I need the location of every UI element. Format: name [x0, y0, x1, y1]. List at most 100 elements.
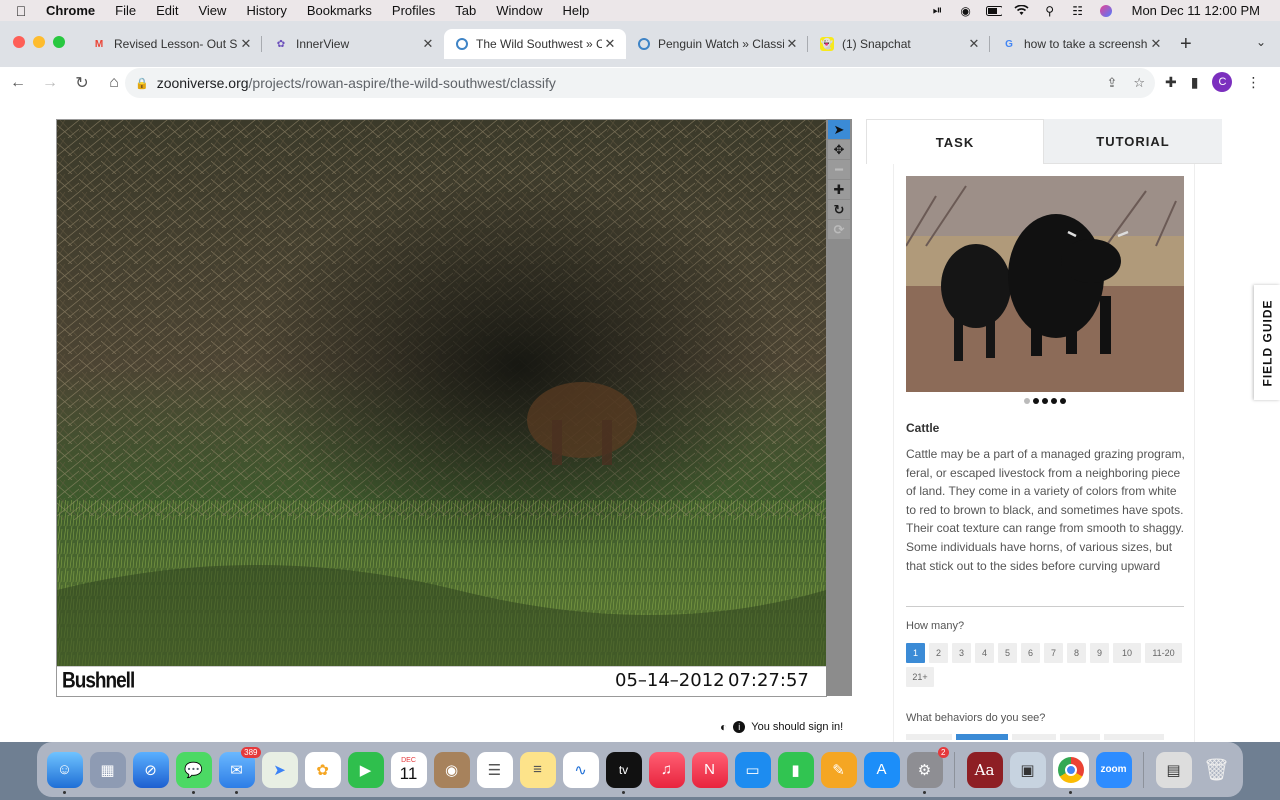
carousel-dot[interactable] [1042, 398, 1048, 404]
tab-wild-southwest[interactable]: The Wild Southwest » C ✕ [444, 29, 626, 59]
tab-task[interactable]: TASK [866, 119, 1044, 164]
close-tab-icon[interactable]: ✕ [966, 36, 982, 52]
tab-google-search[interactable]: G how to take a screenshi ✕ [990, 29, 1172, 59]
close-tab-icon[interactable]: ✕ [238, 36, 254, 52]
menu-clock[interactable]: Mon Dec 11 12:00 PM [1132, 3, 1260, 18]
new-tab-icon[interactable]: + [1180, 33, 1192, 56]
trash-icon[interactable]: 🗑 [1199, 752, 1235, 788]
apple-menu-icon[interactable]:  [0, 3, 42, 19]
menu-bookmarks[interactable]: Bookmarks [297, 3, 382, 18]
address-bar[interactable]: 🔒 zooniverse.org/projects/rowan-aspire/t… [125, 68, 1155, 98]
menu-window[interactable]: Window [486, 3, 552, 18]
pages-icon[interactable]: ✎ [820, 751, 857, 788]
app-store-icon[interactable]: A [863, 751, 900, 788]
menu-history[interactable]: History [236, 3, 296, 18]
control-center-icon[interactable]: ☷ [1070, 4, 1086, 18]
count-choice-2[interactable]: 2 [929, 643, 948, 663]
carousel-dot[interactable] [1024, 398, 1030, 404]
metadata-info-icon[interactable]: i [733, 721, 746, 733]
count-choice-21-plus[interactable]: 21+ [906, 667, 934, 687]
menu-tab[interactable]: Tab [445, 3, 486, 18]
launchpad-icon[interactable]: ▦ [89, 751, 126, 788]
tab-gmail[interactable]: M Revised Lesson- Out Sic ✕ [80, 29, 262, 59]
apple-tv-icon[interactable]: tv [605, 751, 642, 794]
notes-icon[interactable]: ≡ [519, 751, 556, 788]
bookmark-star-icon[interactable]: ☆ [1133, 75, 1145, 91]
spotlight-search-icon[interactable]: ⚲ [1042, 4, 1058, 18]
photos-icon[interactable]: ✿ [304, 751, 341, 788]
chrome-icon[interactable] [1052, 751, 1089, 794]
close-tab-icon[interactable]: ✕ [1148, 36, 1164, 52]
rotate-icon[interactable]: ↻ [828, 200, 850, 219]
contacts-icon[interactable]: ◉ [433, 751, 470, 788]
menu-file[interactable]: File [105, 3, 146, 18]
sign-in-notice[interactable]: You should sign in! [751, 721, 843, 733]
wifi-icon[interactable] [1014, 5, 1030, 17]
count-choice-3[interactable]: 3 [952, 643, 971, 663]
count-choice-4[interactable]: 4 [975, 643, 994, 663]
count-choice-8[interactable]: 8 [1067, 643, 1086, 663]
behavior-choice[interactable] [1060, 734, 1100, 740]
finder-icon[interactable]: ☺ [46, 751, 83, 794]
count-choice-5[interactable]: 5 [998, 643, 1017, 663]
reminders-icon[interactable]: ☰ [476, 751, 513, 788]
back-icon[interactable]: ← [4, 74, 32, 92]
carousel-dot[interactable] [1033, 398, 1039, 404]
calendar-icon[interactable]: DEC 11 [390, 751, 427, 788]
downloads-stack-icon[interactable]: ▤ [1155, 751, 1192, 788]
safari-icon[interactable]: ⊘ [132, 751, 169, 788]
subject-viewer[interactable]: Bushnell 05–14–2012 07:27:57 [56, 119, 827, 697]
carousel-dot[interactable] [1051, 398, 1057, 404]
reset-icon[interactable]: ⟳ [828, 220, 850, 239]
count-choice-9[interactable]: 9 [1090, 643, 1109, 663]
extensions-puzzle-icon[interactable]: ✚ [1165, 74, 1177, 91]
home-icon[interactable]: ⌂ [100, 74, 128, 92]
count-choice-11-20[interactable]: 11-20 [1145, 643, 1182, 663]
freeform-icon[interactable]: ∿ [562, 751, 599, 788]
close-tab-icon[interactable]: ✕ [420, 36, 436, 52]
zoom-icon[interactable]: zoom [1095, 751, 1132, 788]
carousel-dot[interactable] [1060, 398, 1066, 404]
music-icon[interactable]: ♫ [648, 751, 685, 788]
zoom-out-icon[interactable]: ━ [828, 160, 850, 179]
profile-avatar[interactable]: C [1212, 72, 1233, 92]
count-choice-6[interactable]: 6 [1021, 643, 1040, 663]
forward-icon[interactable]: → [36, 74, 64, 92]
dictionary-icon[interactable]: Aa [966, 751, 1003, 788]
menu-profiles[interactable]: Profiles [382, 3, 445, 18]
behavior-choice[interactable] [956, 734, 1008, 740]
menu-edit[interactable]: Edit [146, 3, 188, 18]
focus-icon[interactable]: ◉ [958, 4, 974, 18]
field-guide-toggle[interactable]: FIELD GUIDE [1254, 285, 1280, 400]
messages-icon[interactable]: 💬 [175, 751, 212, 794]
share-icon[interactable]: ⇪ [1106, 75, 1117, 91]
play-icon[interactable]: ⏯ [930, 3, 946, 17]
chrome-menu-icon[interactable]: ⋮ [1246, 74, 1260, 91]
facetime-icon[interactable]: ▶ [347, 751, 384, 788]
tab-penguin-watch[interactable]: Penguin Watch » Classif ✕ [626, 29, 808, 59]
behavior-choice[interactable] [1104, 734, 1164, 740]
pointer-tool-icon[interactable]: ➤ [828, 120, 850, 139]
tab-search-chevron-icon[interactable]: ⌄ [1256, 35, 1266, 49]
behavior-choice[interactable] [1012, 734, 1056, 740]
reload-icon[interactable]: ↻ [68, 73, 96, 93]
menu-help[interactable]: Help [553, 3, 600, 18]
menu-app-name[interactable]: Chrome [42, 3, 105, 18]
maps-icon[interactable]: ➤ [261, 751, 298, 788]
pan-tool-icon[interactable]: ✥ [828, 140, 850, 159]
count-choice-1[interactable]: 1 [906, 643, 925, 663]
side-panel-icon[interactable]: ▮ [1191, 74, 1199, 91]
battery-icon[interactable] [985, 5, 1002, 17]
tab-innerview[interactable]: ✿ InnerView ✕ [262, 29, 444, 59]
minimize-window-button[interactable] [33, 36, 45, 48]
tab-tutorial[interactable]: TUTORIAL [1044, 119, 1222, 164]
numbers-icon[interactable]: ▮ [777, 751, 814, 788]
invert-colors-icon[interactable]: ◐ [720, 720, 727, 734]
news-icon[interactable]: N [691, 751, 728, 788]
close-tab-icon[interactable]: ✕ [784, 36, 800, 52]
count-choice-7[interactable]: 7 [1044, 643, 1063, 663]
count-choice-10[interactable]: 10 [1113, 643, 1141, 663]
mail-icon[interactable]: ✉ 389 [218, 746, 261, 794]
system-settings-icon[interactable]: ⚙ 2 [906, 746, 949, 794]
close-tab-icon[interactable]: ✕ [602, 36, 618, 52]
